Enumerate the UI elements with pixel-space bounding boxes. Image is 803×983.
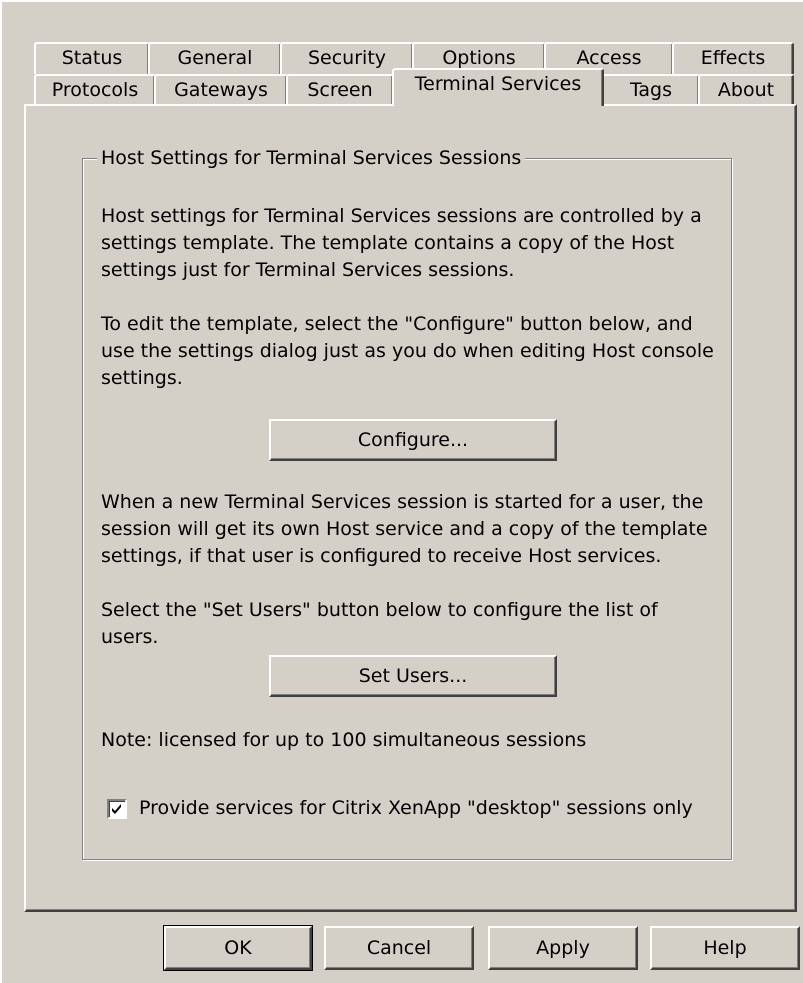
help-button[interactable]: Help: [650, 926, 800, 970]
intro-text: Host settings for Terminal Services sess…: [101, 205, 702, 281]
tab-label: Protocols: [51, 79, 139, 101]
configure-button[interactable]: Configure...: [269, 419, 557, 461]
tab-label: Effects: [700, 47, 766, 69]
apply-button[interactable]: Apply: [488, 926, 638, 970]
tab-status[interactable]: Status: [34, 42, 150, 74]
tab-label: Screen: [307, 79, 373, 101]
set-users-button[interactable]: Set Users...: [269, 655, 557, 697]
desktop-only-label[interactable]: Provide services for Citrix XenApp "desk…: [139, 795, 693, 822]
tab-label: Tags: [629, 79, 673, 101]
tab-screen[interactable]: Screen: [286, 74, 394, 106]
tab-protocols[interactable]: Protocols: [34, 74, 156, 106]
groupbox-title: Host Settings for Terminal Services Sess…: [97, 145, 526, 171]
properties-dialog: Status General Security Options Access E…: [0, 0, 803, 983]
cancel-button[interactable]: Cancel: [324, 926, 474, 970]
tab-tags[interactable]: Tags: [602, 74, 700, 106]
ok-button[interactable]: OK: [163, 925, 313, 971]
tab-about[interactable]: About: [698, 74, 794, 106]
desktop-only-checkbox[interactable]: [107, 799, 127, 819]
set-users-instructions-text: Select the "Set Users" button below to c…: [101, 599, 658, 648]
tab-label: Status: [61, 47, 123, 69]
tab-label: About: [717, 79, 775, 101]
host-settings-groupbox: Host Settings for Terminal Services Sess…: [82, 145, 732, 860]
checkmark-icon: [112, 804, 121, 814]
tab-effects[interactable]: Effects: [672, 42, 794, 74]
tab-label: Security: [307, 47, 387, 69]
tab-label: Gateways: [174, 79, 268, 101]
tab-label: Options: [442, 47, 516, 69]
tab-label: Terminal Services: [414, 73, 582, 95]
tab-gateways[interactable]: Gateways: [154, 74, 288, 106]
tab-label: Access: [576, 47, 642, 69]
edit-instructions-text: To edit the template, select the "Config…: [101, 313, 714, 389]
tab-page-terminal-services: Host Settings for Terminal Services Sess…: [24, 104, 797, 912]
tab-general[interactable]: General: [148, 42, 282, 74]
license-note-text: Note: licensed for up to 100 simultaneou…: [101, 729, 587, 751]
tab-terminal-services[interactable]: Terminal Services: [392, 68, 604, 106]
session-info-text: When a new Terminal Services session is …: [101, 491, 708, 567]
tab-label: General: [177, 47, 253, 69]
